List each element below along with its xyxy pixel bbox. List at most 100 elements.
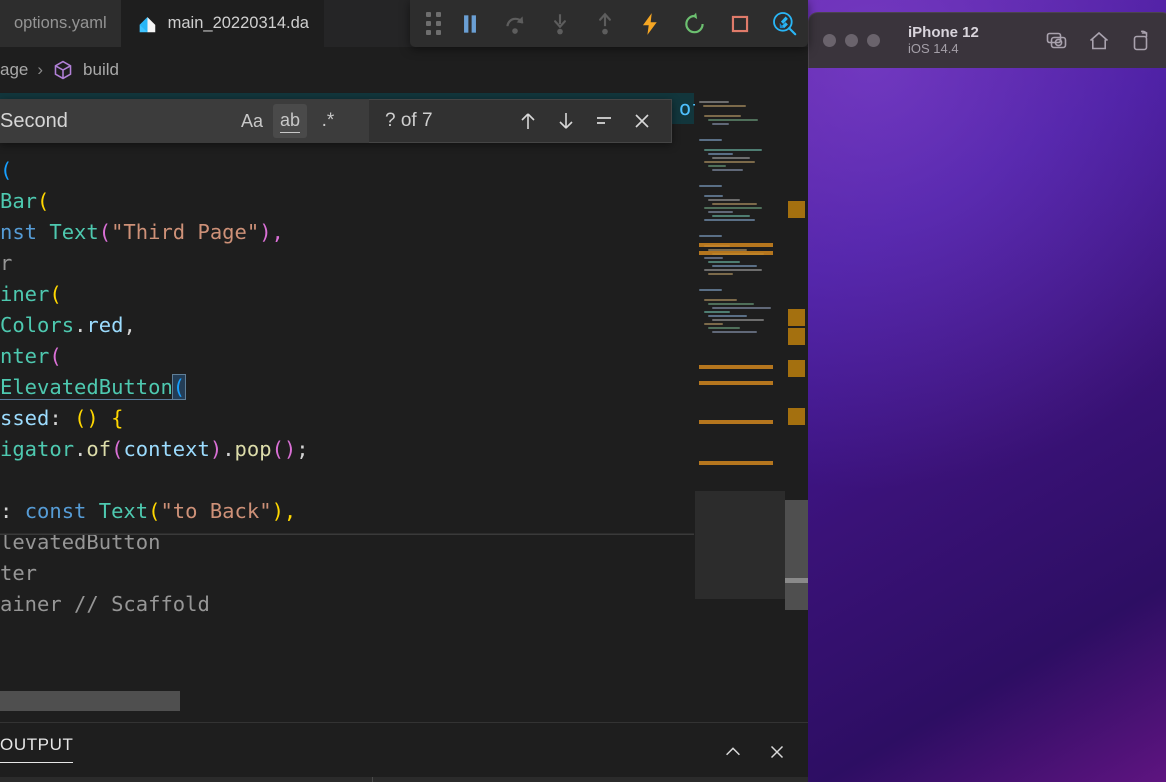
minimap-search-match [699, 243, 773, 247]
panel-tab-output[interactable]: OUTPUT [0, 735, 74, 763]
code-line[interactable]: levatedButton [0, 527, 694, 558]
code-token: { [111, 406, 124, 430]
whole-word-label: ab [279, 110, 301, 133]
minimap-line [704, 115, 741, 117]
panel-close-icon[interactable] [762, 737, 792, 767]
regex-icon[interactable]: .* [311, 104, 345, 138]
code-line[interactable]: nter( [0, 341, 694, 372]
stop-button[interactable] [721, 4, 760, 44]
minimap-line [708, 315, 747, 317]
match-case-icon[interactable]: Aa [235, 104, 269, 138]
code-line[interactable]: igator.of(context).pop(); [0, 434, 694, 465]
minimap-line [708, 165, 726, 167]
code-token: r [0, 251, 13, 275]
flutter-inspector-button[interactable] [766, 4, 805, 44]
minimap-line [704, 207, 762, 209]
minimap-line [708, 261, 740, 263]
code-token: () [74, 406, 99, 430]
code-token: Text [49, 220, 99, 244]
code-token: ainer // Scaffold [0, 592, 210, 616]
find-previous-icon[interactable] [509, 102, 547, 140]
app-root: options.yaml main_20220314.da age › buil… [0, 0, 1166, 782]
code-line[interactable]: nst Text("Third Page"), [0, 217, 694, 248]
minimap-line [704, 257, 723, 259]
minimap-line [708, 273, 733, 275]
breadcrumb: age › build [0, 47, 808, 93]
overview-search-match[interactable] [788, 309, 805, 326]
find-input-wrapper[interactable]: Aa ab .* [0, 99, 369, 143]
code-line[interactable]: r [0, 248, 694, 279]
minimap-line [703, 105, 746, 107]
code-line[interactable]: : const Text("to Back"), [0, 496, 694, 527]
code-token: , [123, 313, 136, 337]
step-out-button[interactable] [586, 4, 625, 44]
minimap-search-match [699, 381, 773, 385]
overview-search-match[interactable] [788, 328, 805, 345]
find-close-icon[interactable] [623, 102, 661, 140]
code-token: : [0, 499, 25, 523]
overview-ruler[interactable] [785, 93, 808, 723]
rotate-icon[interactable] [1129, 29, 1153, 53]
overview-search-match[interactable] [788, 408, 805, 425]
chevron-up-icon[interactable] [718, 737, 748, 767]
code-token: "to Back" [160, 499, 272, 523]
find-in-selection-icon[interactable] [585, 102, 623, 140]
code-token: . [222, 437, 235, 461]
code-token: . [74, 437, 87, 461]
window-traffic-lights[interactable] [823, 34, 880, 47]
code-line[interactable]: ainer // Scaffold [0, 589, 694, 620]
pause-button[interactable] [451, 4, 490, 44]
code-lines: alRoute.of(context)!.settings.arguments;… [0, 93, 704, 620]
code-token: ( [271, 437, 284, 461]
code-line[interactable]: ( [0, 155, 694, 186]
code-token: ( [148, 499, 161, 523]
minimap-line [712, 307, 771, 309]
hot-reload-button[interactable] [631, 4, 670, 44]
code-line[interactable]: ter [0, 558, 694, 589]
find-input[interactable] [0, 109, 235, 133]
minimap[interactable] [695, 93, 785, 723]
code-token: ) [283, 437, 297, 461]
restart-button[interactable] [676, 4, 715, 44]
code-line[interactable]: Colors.red, [0, 310, 694, 341]
step-into-button[interactable] [541, 4, 580, 44]
code-line[interactable]: ElevatedButton( [0, 372, 694, 403]
find-next-icon[interactable] [547, 102, 585, 140]
vertical-scrollbar[interactable] [785, 500, 808, 610]
code-line[interactable] [0, 465, 694, 496]
code-token: Text [98, 499, 149, 523]
overview-search-match[interactable] [788, 360, 805, 377]
bottom-panel: OUTPUT [0, 722, 808, 782]
code-token: ) [259, 220, 272, 244]
code-token: ElevatedButton [0, 375, 173, 400]
minimap-line [708, 327, 740, 329]
minimap-line [699, 101, 729, 103]
minimap-line [712, 319, 764, 321]
simulator-pane: iPhone 12 iOS 14.4 [808, 0, 1166, 782]
minimap-line [704, 195, 723, 197]
minimap-viewport[interactable] [695, 491, 785, 599]
code-token: , [271, 220, 284, 244]
minimap-line [708, 119, 758, 121]
code-line[interactable]: ssed: () { [0, 403, 694, 434]
horizontal-scrollbar-thumb[interactable] [0, 691, 180, 711]
find-match-count: ? of 7 [385, 110, 433, 131]
editor-tab-main-dart[interactable]: main_20220314.da [121, 0, 324, 47]
status-bar-divider [372, 777, 373, 782]
home-icon[interactable] [1087, 29, 1111, 53]
code-editor[interactable]: alRoute.of(context)!.settings.arguments;… [0, 93, 808, 723]
editor-tab-options-yaml[interactable]: options.yaml [0, 0, 122, 47]
overview-search-match[interactable] [788, 201, 805, 218]
breadcrumb-parent[interactable]: age [0, 60, 28, 80]
code-line[interactable]: iner( [0, 279, 694, 310]
code-line[interactable]: Bar( [0, 186, 694, 217]
screenshot-icon[interactable] [1045, 29, 1069, 53]
whole-word-icon[interactable]: ab [273, 104, 307, 138]
breadcrumb-leaf[interactable]: build [83, 60, 119, 80]
code-token: iner [0, 282, 50, 306]
drag-handle-icon[interactable] [420, 4, 448, 44]
code-token: : [49, 406, 75, 430]
step-over-button[interactable] [496, 4, 535, 44]
panel-tab-list: OUTPUT [0, 735, 74, 763]
code-token: context [123, 437, 210, 461]
